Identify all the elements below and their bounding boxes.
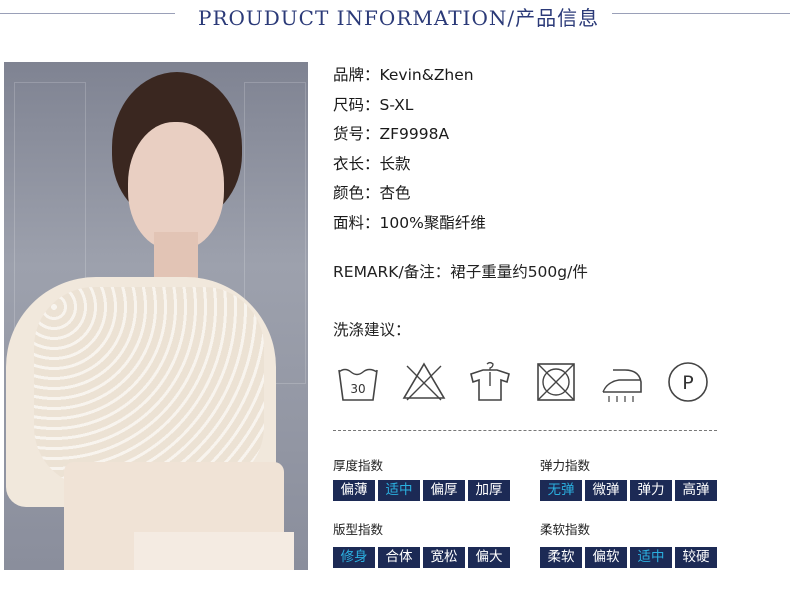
iron-low-icon <box>599 360 645 404</box>
softness-option: 偏软 <box>585 547 627 568</box>
softness-option: 较硬 <box>675 547 717 568</box>
softness-option-selected: 适中 <box>630 547 672 568</box>
softness-option: 柔软 <box>540 547 582 568</box>
dryclean-letter: P <box>682 372 693 394</box>
fit-scale: 修身 合体 宽松 偏大 <box>333 547 510 568</box>
elasticity-scale: 无弹 微弹 弹力 高弹 <box>540 480 717 501</box>
model-face <box>128 122 224 250</box>
thickness-option-selected: 适中 <box>378 480 420 501</box>
no-bleach-icon <box>401 360 447 404</box>
thickness-option: 偏厚 <box>423 480 465 501</box>
info-fabric: 面料：100%聚酯纤维 <box>333 213 486 232</box>
info-length: 衣长：长款 <box>333 154 411 173</box>
remark: REMARK/备注：裙子重量约500g/件 <box>333 263 588 281</box>
product-info: 品牌：Kevin&Zhen 尺码：S-XL 货号：ZF9998A 衣长：长款 颜… <box>333 64 486 241</box>
fit-option: 合体 <box>378 547 420 568</box>
care-label: 洗涤建议： <box>333 321 411 339</box>
thickness-scale: 偏薄 适中 偏厚 加厚 <box>333 480 510 501</box>
hang-dry-icon <box>467 360 513 404</box>
elasticity-option: 微弹 <box>585 480 627 501</box>
model-photo <box>4 62 308 570</box>
blouse-lace <box>34 287 264 487</box>
fit-title: 版型指数 <box>333 522 384 537</box>
elasticity-title: 弹力指数 <box>540 458 591 473</box>
header-divider-left <box>0 13 175 14</box>
info-item-number: 货号：ZF9998A <box>333 125 450 143</box>
header-divider-right <box>612 13 790 14</box>
dryclean-p-icon: P <box>665 360 711 404</box>
wash-temp-label: 30 <box>350 382 365 396</box>
thickness-title: 厚度指数 <box>333 458 384 473</box>
page-title: PROUDUCT INFORMATION/产品信息 <box>198 6 600 30</box>
fit-option: 宽松 <box>423 547 465 568</box>
info-size: 尺码：S-XL <box>333 95 414 114</box>
wash-30-icon: 30 <box>335 360 381 404</box>
thickness-option: 加厚 <box>468 480 510 501</box>
fit-option: 偏大 <box>468 547 510 568</box>
header: PROUDUCT INFORMATION/产品信息 <box>0 0 790 32</box>
fit-option-selected: 修身 <box>333 547 375 568</box>
care-icons: 30 P <box>333 360 713 406</box>
no-tumble-dry-icon <box>533 360 579 404</box>
section-divider <box>333 430 717 431</box>
info-color: 颜色：杏色 <box>333 184 411 202</box>
softness-title: 柔软指数 <box>540 522 591 537</box>
thickness-option: 偏薄 <box>333 480 375 501</box>
model-pants <box>134 532 294 570</box>
softness-scale: 柔软 偏软 适中 较硬 <box>540 547 717 568</box>
info-brand: 品牌：Kevin&Zhen <box>333 66 474 84</box>
elasticity-option-selected: 无弹 <box>540 480 582 501</box>
elasticity-option: 弹力 <box>630 480 672 501</box>
elasticity-option: 高弹 <box>675 480 717 501</box>
